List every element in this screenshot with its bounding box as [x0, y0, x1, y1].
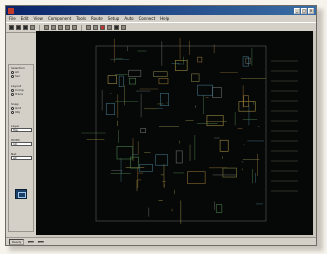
status-coords [28, 240, 35, 243]
properties-panel: Selection All Sel Layout Comp Trace Snap… [8, 64, 34, 232]
pcb-component [175, 150, 183, 164]
save-icon[interactable] [23, 25, 28, 30]
pcb-component [95, 45, 267, 222]
status-bar: Ready [6, 237, 316, 245]
cut-icon[interactable] [44, 25, 49, 30]
radio-icon[interactable] [11, 110, 14, 114]
radio-icon[interactable] [11, 92, 14, 96]
radio-icon[interactable] [11, 106, 14, 110]
pcb-component [187, 171, 206, 184]
menu-component[interactable]: Component [48, 16, 71, 21]
snap-option-obj[interactable]: Obj [11, 110, 33, 114]
layout-group: Layout Comp Trace [11, 85, 33, 96]
radio-icon[interactable] [11, 88, 14, 92]
toolbar-separator [81, 24, 82, 31]
help-icon[interactable] [121, 25, 126, 30]
pcb-component [128, 77, 136, 85]
pcb-component [107, 75, 117, 84]
option-label: Obj [15, 110, 21, 114]
print-icon[interactable] [30, 25, 35, 30]
pcb-traces [81, 37, 298, 224]
paste-icon[interactable] [58, 25, 63, 30]
width-select-group: Width 10 [11, 139, 33, 146]
app-window: _ □ × File Edit View Component Tools Rou… [5, 5, 317, 246]
new-icon[interactable] [9, 25, 14, 30]
menu-view[interactable]: View [33, 16, 43, 21]
net-select[interactable]: all [11, 156, 32, 160]
selection-group: Selection All Sel [11, 67, 33, 78]
pcb-component [128, 69, 142, 77]
zoom-out-icon[interactable] [93, 25, 98, 30]
maximize-button[interactable]: □ [301, 7, 307, 14]
menu-auto[interactable]: Auto [124, 16, 133, 21]
pcb-component [215, 204, 223, 213]
pcb-component [219, 139, 229, 152]
menu-file[interactable]: File [9, 16, 16, 21]
title-bar[interactable]: _ □ × [6, 6, 316, 15]
redo-icon[interactable] [72, 25, 77, 30]
status-text: Ready [9, 238, 25, 245]
drc-icon[interactable] [114, 25, 119, 30]
pcb-component [191, 73, 200, 82]
width-select[interactable]: 10 [11, 142, 32, 146]
pcb-component [140, 128, 146, 133]
pcb-component [245, 57, 251, 64]
menu-edit[interactable]: Edit [21, 16, 29, 21]
pcb-component [155, 154, 169, 166]
option-label: Trace [15, 92, 23, 96]
pcb-component [153, 71, 168, 77]
toolbar-separator [39, 24, 40, 31]
pcb-component [197, 84, 214, 96]
menu-route[interactable]: Route [91, 16, 103, 21]
route-icon[interactable] [107, 25, 112, 30]
close-button[interactable]: × [308, 7, 314, 14]
copy-icon[interactable] [51, 25, 56, 30]
radio-icon[interactable] [11, 74, 14, 78]
layer-icon[interactable] [100, 25, 105, 30]
layer-select[interactable]: Top [11, 128, 32, 132]
radio-icon[interactable] [11, 70, 14, 74]
menu-setup[interactable]: Setup [108, 16, 120, 21]
pcb-component [243, 95, 249, 107]
net-select-group: Net all [11, 153, 33, 160]
board-icon[interactable] [15, 189, 27, 199]
pcb-component [197, 56, 203, 63]
pcb-component [212, 87, 222, 98]
pcb-component [206, 115, 224, 127]
app-icon [8, 7, 14, 14]
window-controls: _ □ × [294, 7, 314, 14]
zoom-in-icon[interactable] [86, 25, 91, 30]
layout-option-trace[interactable]: Trace [11, 92, 33, 96]
undo-icon[interactable] [65, 25, 70, 30]
menu-tools[interactable]: Tools [76, 16, 86, 21]
layer-select-group: Layer Top [11, 125, 33, 132]
menu-help[interactable]: Help [160, 16, 169, 21]
menu-bar: File Edit View Component Tools Route Set… [6, 15, 316, 22]
snap-group: Snap Grid Obj [11, 103, 33, 114]
vertical-scrollbar[interactable] [313, 31, 316, 238]
status-layer [38, 240, 45, 243]
menu-connect[interactable]: Connect [139, 16, 156, 21]
pcb-component [105, 103, 115, 115]
minimize-button[interactable]: _ [294, 7, 300, 14]
pcb-component [158, 78, 169, 85]
open-icon[interactable] [16, 25, 21, 30]
pcb-layout-canvas[interactable] [36, 31, 316, 238]
pcb-component [222, 167, 237, 178]
selection-option-sel[interactable]: Sel [11, 74, 33, 78]
option-label: Sel [15, 74, 20, 78]
pcb-component [118, 75, 124, 87]
pcb-component [174, 60, 188, 71]
